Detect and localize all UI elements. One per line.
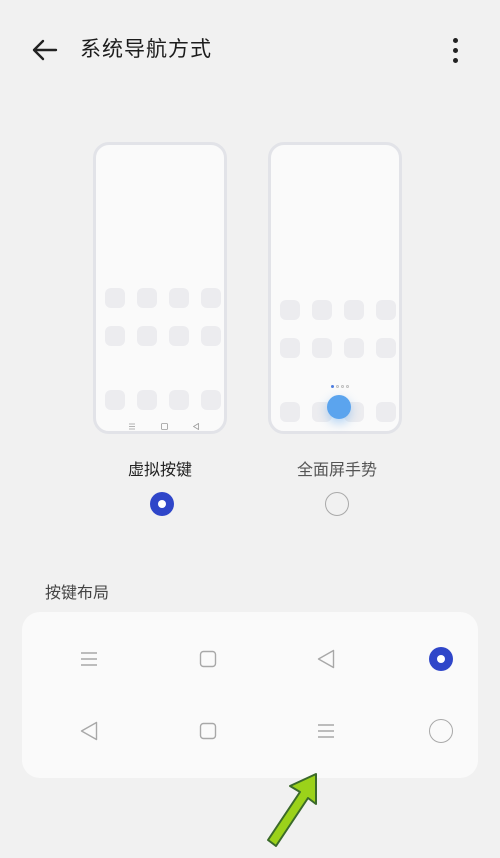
back-button[interactable]: [24, 30, 64, 70]
option-label-gestures: 全面屏手势: [296, 460, 377, 479]
page-dot: [346, 385, 349, 388]
triangle-back-icon: [74, 716, 104, 746]
app-icon-placeholder: [105, 390, 125, 410]
app-icon-placeholder: [169, 326, 189, 346]
app-icon-placeholder: [312, 300, 332, 320]
triangle-back-icon: [193, 423, 199, 430]
app-icon-placeholder: [201, 390, 221, 410]
radio-layout-2[interactable]: [429, 719, 453, 743]
gesture-touch-indicator: [327, 395, 351, 419]
square-icon: [193, 644, 223, 674]
page-title: 系统导航方式: [80, 37, 212, 61]
gesture-preview[interactable]: [268, 142, 402, 434]
menu-icon: [311, 716, 341, 746]
triangle-back-icon: [311, 644, 341, 674]
top-bar: 系统导航方式: [0, 0, 500, 100]
annotation-arrow-icon: [267, 773, 317, 847]
section-title-key-layout: 按键布局: [45, 583, 110, 602]
app-icon-placeholder: [376, 338, 396, 358]
menu-icon: [129, 423, 135, 430]
app-icon-placeholder: [280, 338, 300, 358]
app-icon-placeholder: [376, 402, 396, 422]
radio-virtual-keys[interactable]: [150, 492, 174, 516]
more-dot: [452, 47, 458, 53]
key-layout-card: [22, 612, 478, 778]
app-icon-placeholder: [169, 288, 189, 308]
radio-layout-1[interactable]: [429, 647, 453, 671]
option-label-virtual-keys: 虚拟按键: [127, 460, 192, 479]
app-icon-placeholder: [105, 288, 125, 308]
app-icon-placeholder: [376, 300, 396, 320]
page-dot: [341, 385, 344, 388]
more-dot: [452, 57, 458, 63]
radio-gestures[interactable]: [325, 492, 349, 516]
app-icon-placeholder: [169, 390, 189, 410]
menu-icon: [74, 644, 104, 674]
app-icon-placeholder: [344, 300, 364, 320]
more-vertical-icon: [452, 37, 458, 43]
app-icon-placeholder: [137, 288, 157, 308]
square-icon: [193, 716, 223, 746]
app-icon-placeholder: [105, 326, 125, 346]
more-options-button[interactable]: [440, 30, 470, 70]
virtual-keys-preview[interactable]: [93, 142, 227, 434]
square-icon: [161, 423, 168, 430]
app-icon-placeholder: [344, 338, 364, 358]
app-icon-placeholder: [201, 326, 221, 346]
app-icon-placeholder: [137, 326, 157, 346]
app-icon-placeholder: [201, 288, 221, 308]
app-icon-placeholder: [312, 338, 332, 358]
app-icon-placeholder: [280, 402, 300, 422]
app-icon-placeholder: [280, 300, 300, 320]
app-icon-placeholder: [137, 390, 157, 410]
page-dot: [336, 385, 339, 388]
page-indicator: [331, 385, 349, 388]
page-dot: [331, 385, 334, 388]
arrow-left-icon: [32, 39, 58, 61]
